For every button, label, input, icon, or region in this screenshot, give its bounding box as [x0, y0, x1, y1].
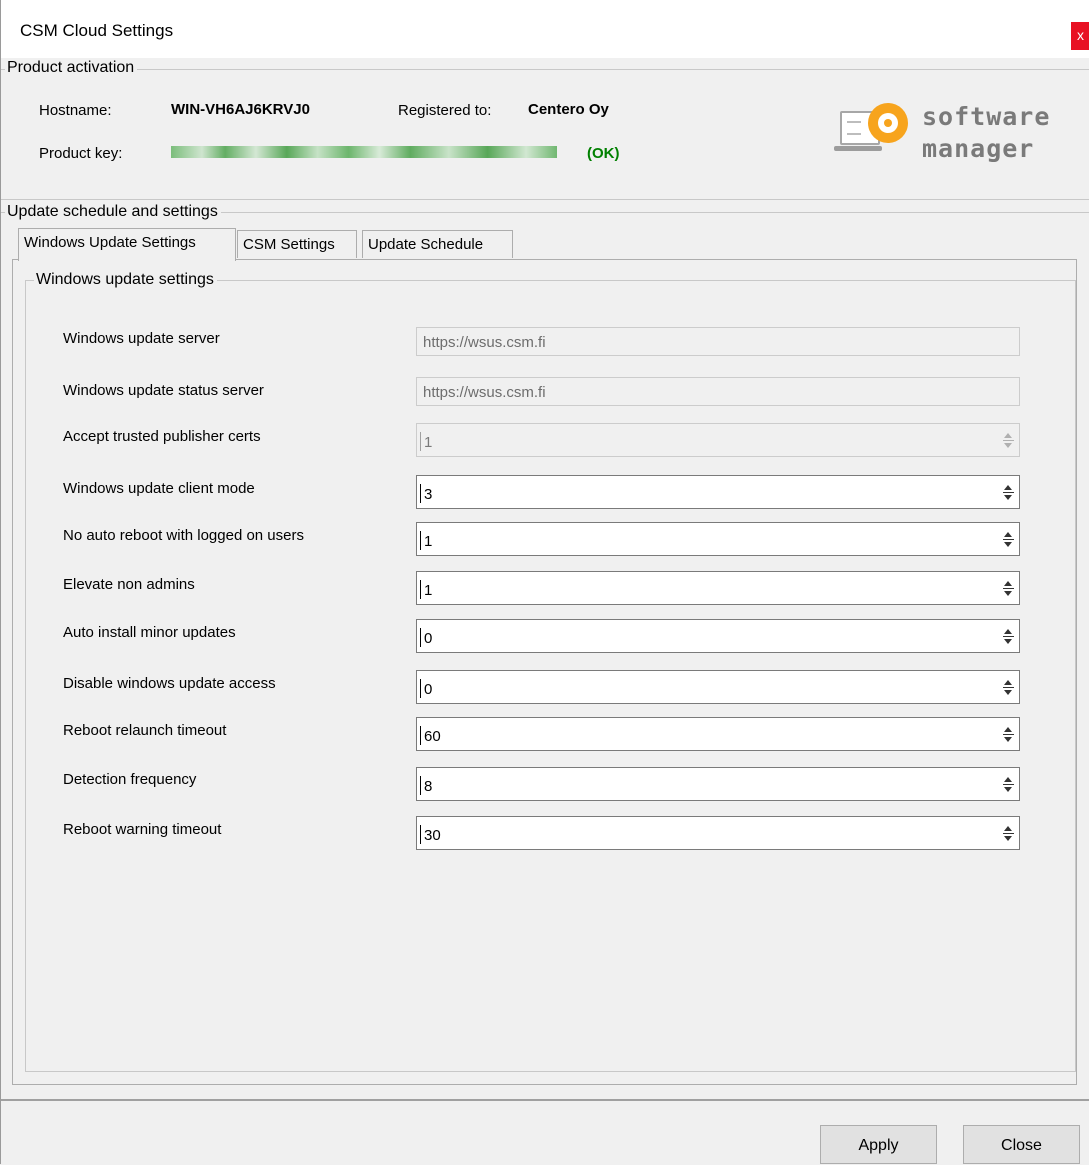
hostname-label: Hostname: — [39, 102, 112, 119]
field-label-client-mode: Windows update client mode — [63, 480, 255, 497]
stepper-value: 1 — [424, 582, 433, 599]
field-label-detection-frequency: Detection frequency — [63, 771, 197, 788]
spin-arrows-icon[interactable] — [1001, 725, 1016, 745]
windows-update-settings-legend: Windows update settings — [34, 271, 217, 289]
update-schedule-legend: Update schedule and settings — [5, 203, 221, 221]
stepper-value: 1 — [424, 533, 433, 550]
field-label-update-server: Windows update server — [63, 330, 220, 347]
footer-separator — [1, 1099, 1089, 1101]
text-caret — [420, 679, 421, 698]
tab-csm-settings[interactable]: CSM Settings — [237, 230, 357, 258]
field-label-status-server: Windows update status server — [63, 382, 264, 399]
product-key-redacted — [171, 146, 557, 158]
elevate-non-admins-stepper[interactable]: 1 — [416, 571, 1020, 605]
text-caret — [420, 628, 421, 647]
hostname-value: WIN-VH6AJ6KRVJ0 — [171, 101, 310, 118]
field-label-elevate-non-admins: Elevate non admins — [63, 576, 195, 593]
activation-group-border — [1, 69, 1089, 70]
status-server-field[interactable]: https://wsus.csm.fi — [416, 377, 1020, 406]
product-key-status: (OK) — [587, 145, 620, 162]
logo-text-line2: manager — [922, 134, 1035, 163]
stepper-value: 0 — [424, 630, 433, 647]
tab-windows-update-settings[interactable]: Windows Update Settings — [18, 228, 236, 261]
text-caret — [420, 726, 421, 745]
text-caret — [420, 776, 421, 795]
text-caret — [420, 531, 421, 550]
csm-cloud-settings-window: CSM Cloud Settings x Product activation … — [0, 0, 1089, 1164]
reboot-warning-stepper[interactable]: 30 — [416, 816, 1020, 850]
field-label-disable-wu-access: Disable windows update access — [63, 675, 276, 692]
text-caret — [420, 825, 421, 844]
monitor-lines — [847, 121, 861, 135]
field-label-no-auto-reboot: No auto reboot with logged on users — [63, 527, 304, 544]
product-key-label: Product key: — [39, 145, 123, 162]
product-activation-legend: Product activation — [5, 59, 138, 77]
title-bar: CSM Cloud Settings — [1, 0, 1089, 58]
close-window-button[interactable]: x — [1071, 22, 1089, 50]
auto-install-minor-stepper[interactable]: 0 — [416, 619, 1020, 653]
inner-group-right — [1075, 280, 1076, 1072]
update-server-field[interactable]: https://wsus.csm.fi — [416, 327, 1020, 356]
spin-arrows-icon[interactable] — [1001, 483, 1016, 503]
reboot-relaunch-stepper[interactable]: 60 — [416, 717, 1020, 751]
apply-button[interactable]: Apply — [820, 1125, 937, 1164]
stepper-value: 3 — [424, 486, 433, 503]
monitor-stand — [834, 146, 882, 151]
stepper-value: 8 — [424, 778, 433, 795]
text-caret — [420, 432, 421, 451]
spin-arrows-icon[interactable] — [1001, 824, 1016, 844]
spin-arrows-icon[interactable] — [1001, 678, 1016, 698]
field-label-trusted-certs: Accept trusted publisher certs — [63, 428, 261, 445]
text-caret — [420, 580, 421, 599]
window-title: CSM Cloud Settings — [20, 21, 174, 40]
spin-arrows-icon[interactable] — [1001, 579, 1016, 599]
no-auto-reboot-stepper[interactable]: 1 — [416, 522, 1020, 556]
detection-frequency-stepper[interactable]: 8 — [416, 767, 1020, 801]
registered-to-value: Centero Oy — [528, 101, 609, 118]
field-label-auto-install-minor: Auto install minor updates — [63, 624, 236, 641]
field-label-reboot-relaunch: Reboot relaunch timeout — [63, 722, 227, 739]
field-label-reboot-warning: Reboot warning timeout — [63, 821, 222, 838]
text-caret — [420, 484, 421, 503]
registered-to-label: Registered to: — [398, 102, 492, 119]
logo-text-line1: software — [922, 102, 1051, 131]
stepper-value: 60 — [424, 728, 441, 745]
trusted-certs-stepper[interactable]: 1 — [416, 423, 1020, 457]
close-button[interactable]: Close — [963, 1125, 1080, 1164]
client-mode-stepper[interactable]: 3 — [416, 475, 1020, 509]
logo-circle-dot — [884, 119, 892, 127]
stepper-value: 1 — [424, 434, 433, 451]
spin-arrows-icon[interactable] — [1001, 431, 1016, 451]
inner-group-left — [25, 280, 26, 1072]
spin-arrows-icon[interactable] — [1001, 627, 1016, 647]
spin-arrows-icon[interactable] — [1001, 530, 1016, 550]
stepper-value: 0 — [424, 681, 433, 698]
stepper-value: 30 — [424, 827, 441, 844]
activation-group-bottom — [1, 199, 1089, 200]
inner-group-bottom — [25, 1071, 1076, 1072]
tab-update-schedule[interactable]: Update Schedule — [362, 230, 513, 258]
spin-arrows-icon[interactable] — [1001, 775, 1016, 795]
disable-wu-access-stepper[interactable]: 0 — [416, 670, 1020, 704]
